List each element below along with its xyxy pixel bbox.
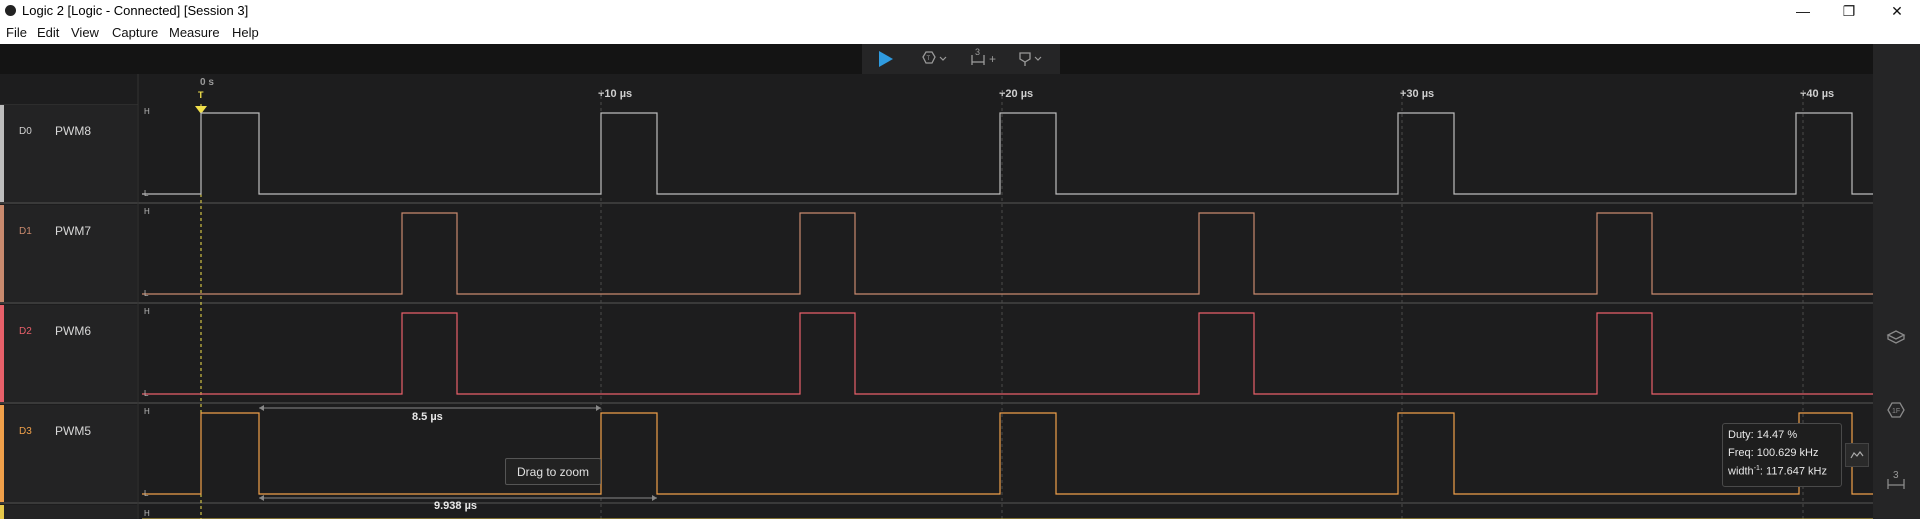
low-level-label: L (144, 489, 149, 498)
measurements-count: 3 (1893, 470, 1899, 481)
pulse-width-measurement: 8.5 µs (412, 411, 443, 423)
low-level-label: L (144, 389, 149, 398)
high-level-label: H (144, 207, 150, 216)
close-button[interactable]: ✕ (1874, 0, 1920, 22)
duty-value: Duty: 14.47 % (1728, 429, 1798, 441)
high-level-label: H (144, 107, 150, 116)
period-measurement: 9.938 µs (434, 500, 478, 512)
svg-text:1F: 1F (1892, 408, 1900, 415)
width-prefix: width (1728, 465, 1754, 478)
width-frequency-value: width-1: 117.647 kHz (1728, 465, 1827, 478)
high-level-label: H (144, 307, 150, 316)
measurement-tooltip: Duty: 14.47 % Freq: 100.629 kHz width-1:… (1722, 423, 1842, 487)
right-side-panel (1873, 44, 1920, 519)
drag-to-zoom-hint: Drag to zoom (505, 458, 601, 485)
waveform-measure-icon (1850, 451, 1864, 459)
waveform-background (138, 104, 1873, 519)
low-level-label: L (144, 289, 149, 298)
pin-measurement-button[interactable] (1845, 443, 1869, 467)
frequency-value: Freq: 100.629 kHz (1728, 447, 1819, 459)
width-value: : 117.647 kHz (1759, 465, 1827, 478)
measurements-icon[interactable]: 3 (1883, 470, 1909, 490)
analyzers-icon[interactable] (1883, 327, 1909, 347)
extensions-icon[interactable]: 1F (1883, 400, 1909, 420)
waveform-canvas[interactable]: HLHLHLHLH (0, 0, 1873, 519)
low-level-label: L (144, 189, 149, 198)
high-level-label: H (144, 509, 150, 518)
high-level-label: H (144, 407, 150, 416)
